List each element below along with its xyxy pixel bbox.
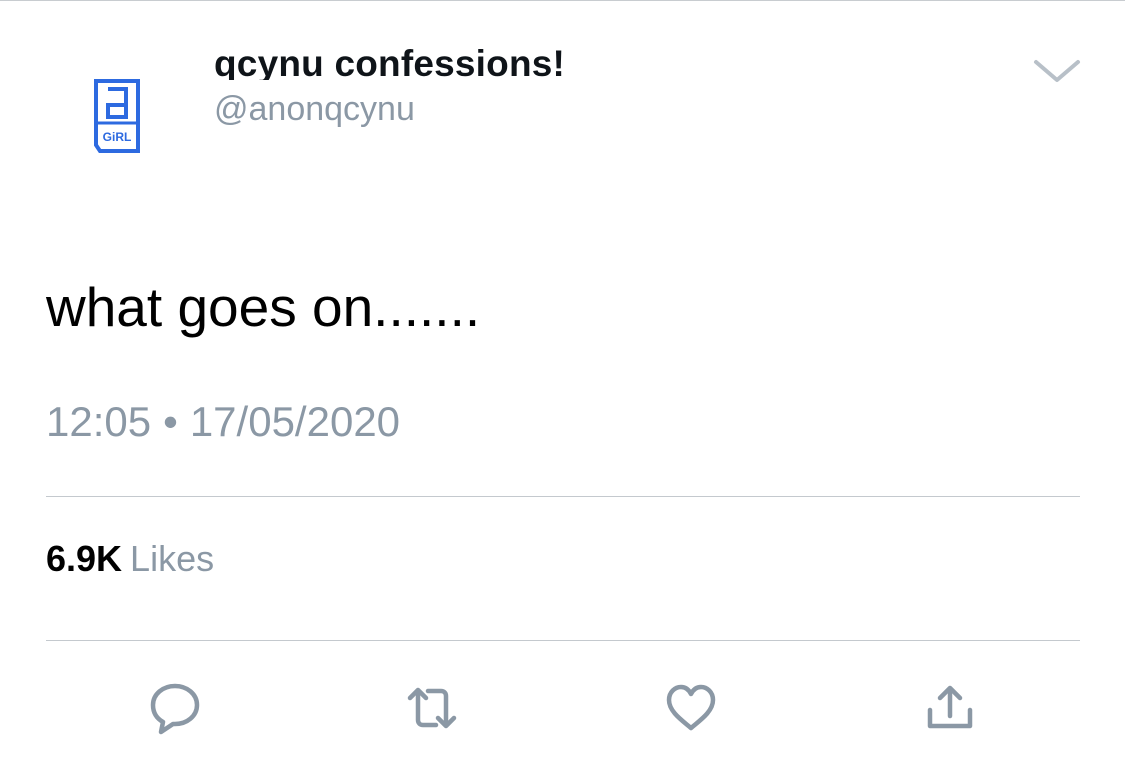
chevron-down-icon (1034, 60, 1080, 82)
share-button[interactable] (922, 680, 978, 736)
like-button[interactable] (663, 680, 719, 736)
tweet-date: 17/05/2020 (189, 398, 401, 445)
divider (46, 640, 1080, 641)
tweet-text: what goes on....... (46, 276, 481, 338)
reply-icon (150, 683, 200, 735)
avatar-logo-text: GiRL (103, 130, 132, 144)
divider (46, 496, 1080, 497)
retweet-button[interactable] (404, 680, 460, 736)
likes-label: Likes (130, 538, 215, 579)
top-divider (0, 0, 1125, 1)
tweet-menu-button[interactable] (1033, 58, 1081, 84)
reply-button[interactable] (147, 680, 203, 736)
girl-logo-icon: GiRL (94, 79, 140, 153)
share-icon (927, 685, 973, 729)
tweet-timestamp: 12:05 • 17/05/2020 (46, 396, 400, 448)
tweet-time: 12:05 (46, 398, 152, 445)
retweet-icon (407, 687, 457, 729)
likes-count: 6.9K (46, 538, 123, 579)
user-handle[interactable]: @anonqcynu (214, 89, 415, 129)
avatar[interactable]: GiRL (94, 79, 142, 153)
like-icon (666, 684, 716, 731)
timestamp-separator: • (163, 398, 178, 445)
likes-stat[interactable]: 6.9K Likes (46, 536, 214, 582)
display-name[interactable]: qcynu confessions! (214, 40, 565, 80)
